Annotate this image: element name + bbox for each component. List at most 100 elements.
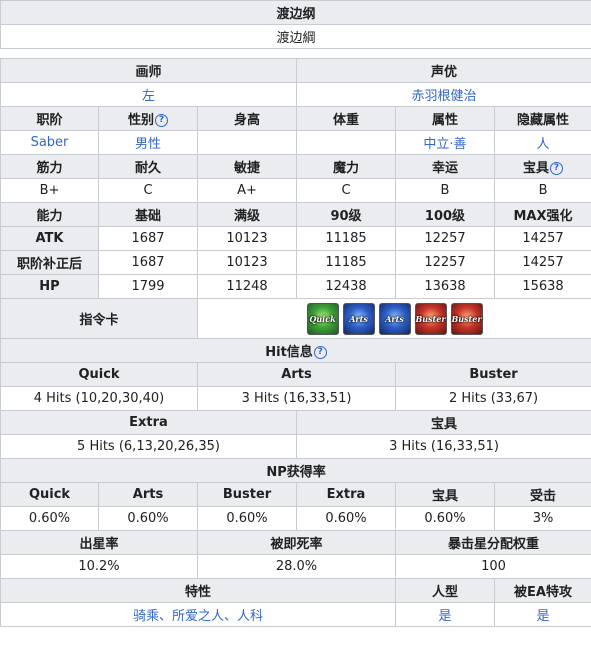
- arts-card-icon: Arts: [378, 302, 411, 335]
- ea-label: 被EA特攻: [493, 578, 591, 603]
- atk-lv90: 11185: [296, 226, 396, 251]
- class-value[interactable]: Saber: [0, 130, 99, 155]
- strength-value: B+: [0, 178, 99, 203]
- hit-buster-value: 2 Hits (33,67): [394, 386, 591, 411]
- command-cards: Quick Arts Arts Buster Buster: [200, 302, 589, 335]
- traits-label: 特性: [0, 578, 396, 603]
- np-gain-np-label: 宝具: [395, 482, 495, 507]
- mana-label: 魔力: [296, 154, 396, 179]
- buster-card-icon: Buster: [414, 302, 447, 335]
- np-gain-quick-label: Quick: [0, 482, 99, 507]
- star-weight-label: 暴击星分配权重: [394, 530, 591, 555]
- stats-header-lv100: 100级: [395, 202, 495, 227]
- spacer: [0, 48, 591, 59]
- stats-header-max: 满级: [197, 202, 297, 227]
- ea-value[interactable]: 是: [493, 602, 591, 627]
- voice-actor-link[interactable]: 赤羽根健治: [295, 82, 591, 107]
- help-icon[interactable]: ?: [155, 114, 168, 127]
- buster-card-icon: Buster: [450, 302, 483, 335]
- np-gain-title: NP获得率: [0, 458, 591, 483]
- hit-buster-label: Buster: [394, 362, 591, 387]
- np-gain-buster-value: 0.60%: [197, 506, 297, 531]
- stats-header-base: 基础: [98, 202, 198, 227]
- class-atk-base: 1687: [98, 250, 198, 275]
- class-label: 职阶: [0, 106, 99, 131]
- death-rate-value: 28.0%: [197, 554, 396, 579]
- np-gain-arts-value: 0.60%: [98, 506, 198, 531]
- voice-actor-label: 声优: [295, 58, 591, 83]
- hp-max: 11248: [197, 274, 297, 299]
- hit-arts-value: 3 Hits (16,33,51): [197, 386, 396, 411]
- humanoid-value[interactable]: 是: [395, 602, 495, 627]
- atk-lv100: 12257: [395, 226, 495, 251]
- hidden-attribute-label: 隐藏属性: [493, 106, 591, 131]
- servant-info-table: 渡边纲 渡边綱 画师 声优 左 赤羽根健治 职阶 性别? 身高 体重 属性 隐藏…: [0, 0, 591, 627]
- hidden-attribute-value[interactable]: 人: [493, 130, 591, 155]
- stats-header-max-fou: MAX强化: [493, 202, 591, 227]
- endurance-label: 耐久: [98, 154, 198, 179]
- weight-value: [296, 130, 396, 155]
- attribute-value[interactable]: 中立·善: [395, 130, 495, 155]
- help-icon[interactable]: ?: [550, 162, 564, 175]
- mana-value: C: [296, 178, 396, 203]
- weight-label: 体重: [296, 106, 396, 131]
- quick-card-icon: Quick: [306, 302, 339, 335]
- np-gain-arts-label: Arts: [98, 482, 198, 507]
- hp-lv100: 13638: [395, 274, 495, 299]
- class-atk-lv90: 11185: [296, 250, 396, 275]
- np-param-value: B: [493, 178, 591, 203]
- card-text: Arts: [349, 313, 368, 324]
- command-cards-label: 指令卡: [0, 298, 198, 339]
- luck-value: B: [395, 178, 495, 203]
- np-param-label: 宝具?: [493, 154, 591, 179]
- agility-value: A+: [197, 178, 297, 203]
- help-icon[interactable]: ?: [313, 346, 327, 359]
- traits-value[interactable]: 骑乘、所爱之人、人科: [0, 602, 396, 627]
- class-atk-label: 职阶补正后: [0, 250, 99, 275]
- class-atk-max-fou: 14257: [493, 250, 591, 275]
- command-cards-cell: Quick Arts Arts Buster Buster: [196, 298, 591, 339]
- star-weight-value: 100: [394, 554, 591, 579]
- gender-value[interactable]: 男性: [98, 130, 198, 155]
- stats-header-lv90: 90级: [296, 202, 396, 227]
- class-atk-lv100: 12257: [395, 250, 495, 275]
- illustrator-label: 画师: [0, 58, 297, 83]
- card-text: Buster: [415, 313, 446, 324]
- class-atk-max: 10123: [197, 250, 297, 275]
- illustrator-link[interactable]: 左: [0, 82, 297, 107]
- hit-quick-label: Quick: [0, 362, 198, 387]
- atk-base: 1687: [98, 226, 198, 251]
- np-gain-np-value: 0.60%: [395, 506, 495, 531]
- hit-extra-value: 5 Hits (6,13,20,26,35): [0, 434, 297, 459]
- hit-arts-label: Arts: [197, 362, 396, 387]
- hit-np-label: 宝具: [295, 410, 591, 435]
- np-gain-extra-label: Extra: [296, 482, 396, 507]
- arts-card-icon: Arts: [342, 302, 375, 335]
- np-gain-extra-value: 0.60%: [296, 506, 396, 531]
- stats-header-ability: 能力: [0, 202, 99, 227]
- humanoid-label: 人型: [395, 578, 495, 603]
- atk-max: 10123: [197, 226, 297, 251]
- hit-info-title: Hit信息?: [0, 338, 591, 363]
- np-gain-defense-label: 受击: [493, 482, 591, 507]
- hit-extra-label: Extra: [0, 410, 297, 435]
- atk-label: ATK: [0, 226, 99, 251]
- servant-name-title: 渡边纲: [0, 0, 591, 25]
- star-gen-label: 出星率: [0, 530, 198, 555]
- endurance-value: C: [98, 178, 198, 203]
- hp-base: 1799: [98, 274, 198, 299]
- hit-np-value: 3 Hits (16,33,51): [295, 434, 591, 459]
- gender-label: 性别?: [98, 106, 198, 131]
- death-rate-label: 被即死率: [197, 530, 396, 555]
- np-gain-buster-label: Buster: [197, 482, 297, 507]
- strength-label: 筋力: [0, 154, 99, 179]
- height-value: [197, 130, 297, 155]
- card-text: Quick: [309, 313, 336, 324]
- attribute-label: 属性: [395, 106, 495, 131]
- height-label: 身高: [197, 106, 297, 131]
- card-text: Buster: [451, 313, 482, 324]
- hp-lv90: 12438: [296, 274, 396, 299]
- hp-max-fou: 15638: [493, 274, 591, 299]
- servant-name-original: 渡边綱: [0, 24, 591, 49]
- star-gen-value: 10.2%: [0, 554, 198, 579]
